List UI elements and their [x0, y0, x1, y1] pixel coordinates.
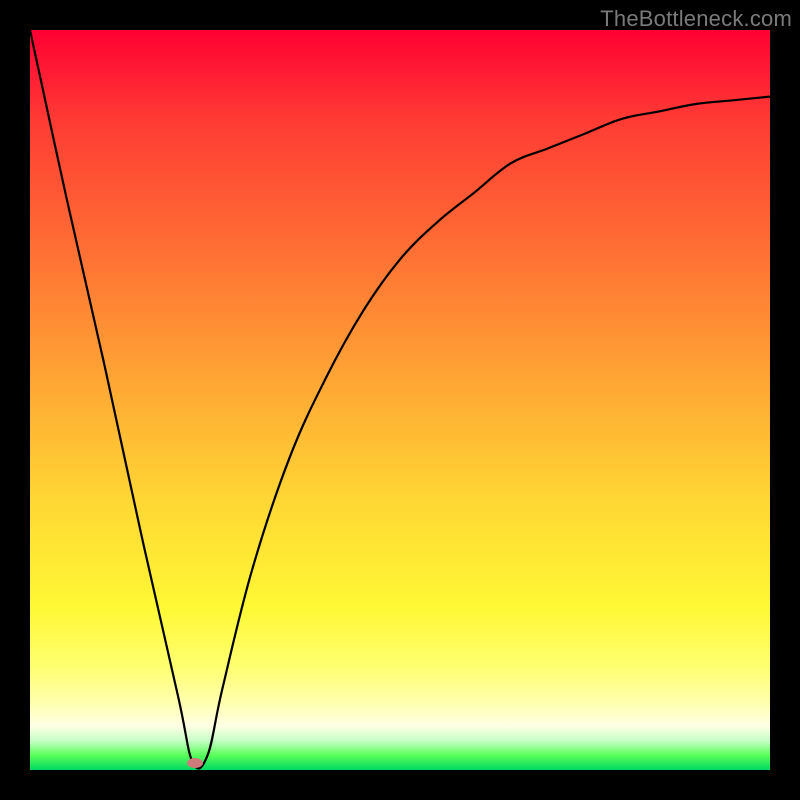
watermark-text: TheBottleneck.com	[600, 6, 792, 32]
curve-svg	[30, 30, 770, 770]
chart-frame: TheBottleneck.com	[0, 0, 800, 800]
bottleneck-curve	[30, 30, 770, 768]
minimum-marker	[187, 758, 203, 768]
plot-area	[30, 30, 770, 770]
